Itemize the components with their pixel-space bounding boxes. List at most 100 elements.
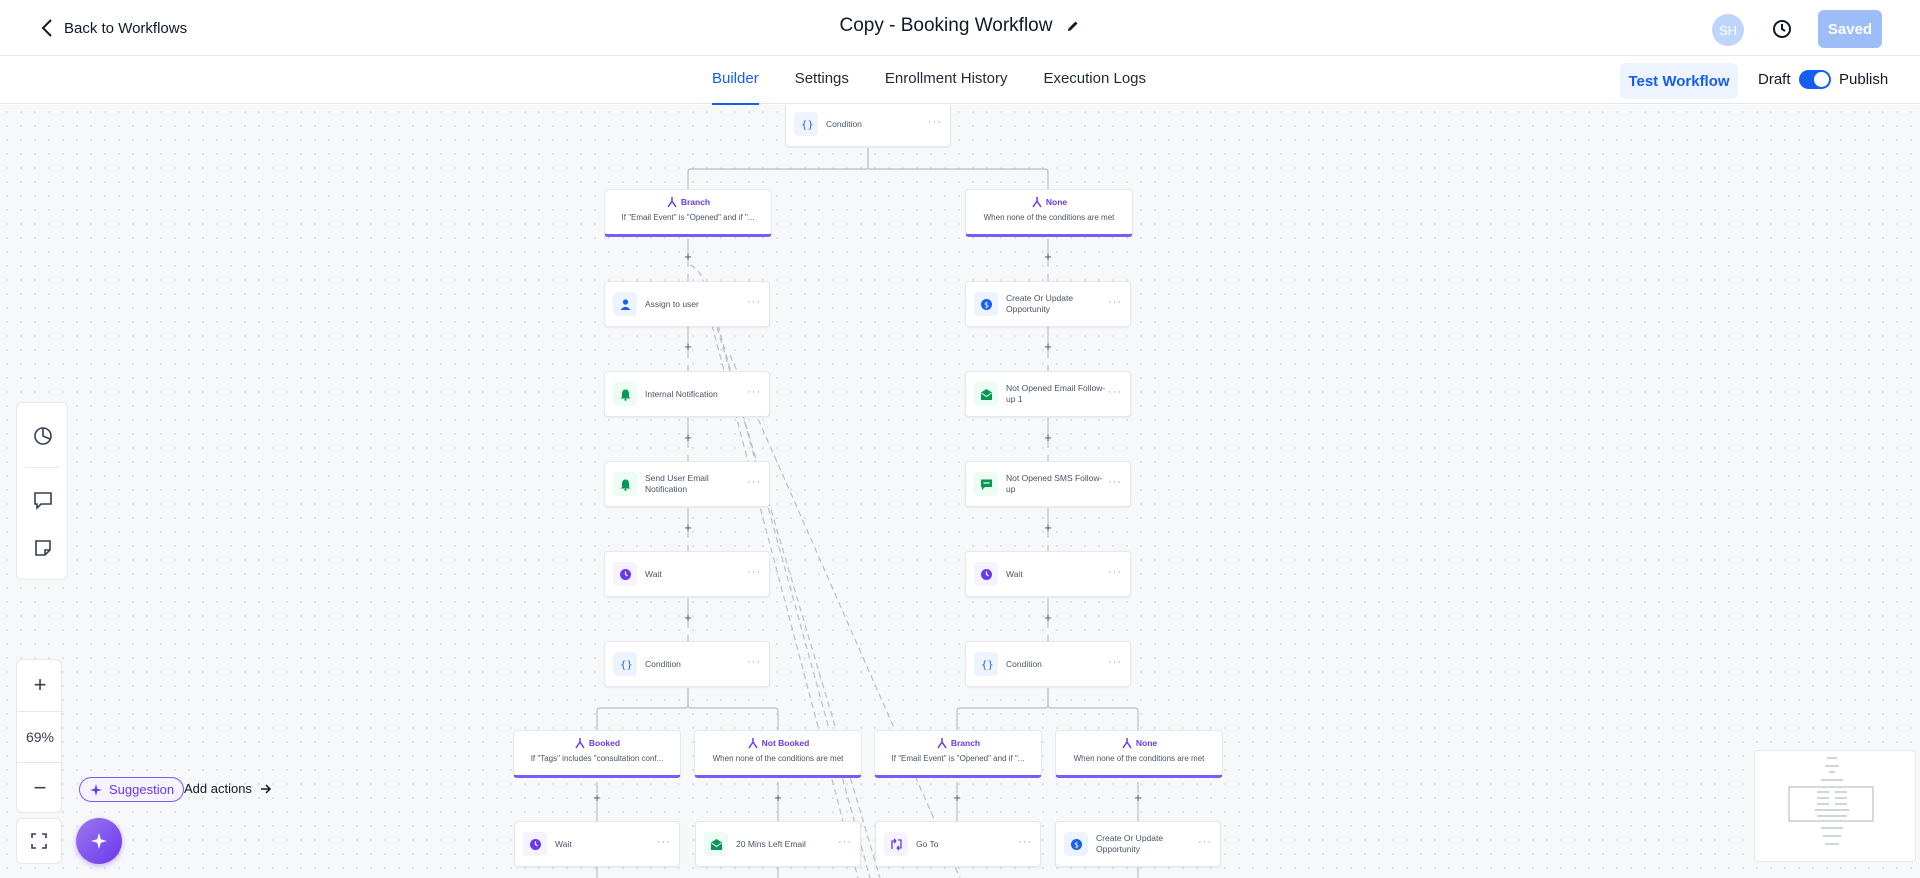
- add-step-icon[interactable]: +: [682, 250, 694, 263]
- branch-icon: [1122, 738, 1132, 749]
- ai-assistant-button[interactable]: [76, 818, 122, 864]
- test-workflow-button[interactable]: Test Workflow: [1620, 63, 1738, 99]
- workflow-node[interactable]: Wait ···: [604, 551, 770, 597]
- workflow-canvas[interactable]: {} Condition ··· Branch If "Email Event"…: [0, 105, 1920, 878]
- add-step-icon[interactable]: +: [1132, 791, 1144, 804]
- dollar-icon: $: [974, 292, 998, 316]
- add-step-icon[interactable]: +: [951, 791, 963, 804]
- branch-description: If "Email Event" is "Opened" and if "...: [621, 213, 755, 222]
- tab-enrollment-history[interactable]: Enrollment History: [885, 56, 1008, 104]
- workflow-node[interactable]: $ Create Or Update Opportunity ···: [965, 281, 1131, 327]
- message-icon: [974, 472, 998, 496]
- branch-node[interactable]: Not Booked When none of the conditions a…: [694, 730, 862, 778]
- svg-text:$: $: [984, 300, 989, 309]
- more-icon[interactable]: ···: [1198, 836, 1212, 848]
- zoom-in-button[interactable]: +: [17, 660, 63, 710]
- add-step-icon[interactable]: +: [1042, 611, 1054, 624]
- fit-view-button[interactable]: [16, 818, 62, 864]
- more-icon[interactable]: ···: [747, 476, 761, 488]
- workflow-node[interactable]: $ Create Or Update Opportunity ···: [1055, 821, 1221, 867]
- back-to-workflows-link[interactable]: Back to Workflows: [40, 18, 187, 38]
- add-step-icon[interactable]: +: [1042, 250, 1054, 263]
- add-step-icon[interactable]: +: [1042, 521, 1054, 534]
- branch-node[interactable]: Branch If "Email Event" is "Opened" and …: [874, 730, 1042, 778]
- publish-toggle[interactable]: [1799, 70, 1831, 89]
- node-label: Go To: [916, 838, 939, 849]
- clock-icon: [523, 832, 547, 856]
- chevron-left-icon: [41, 19, 52, 37]
- fit-screen-icon: [31, 833, 47, 849]
- sparkle-icon: [91, 833, 107, 849]
- sparkle-icon: [90, 783, 102, 796]
- branch-description: If "Tags" includes "consultation conf...: [530, 754, 664, 763]
- branch-node[interactable]: Booked If "Tags" includes "consultation …: [513, 730, 681, 778]
- suggestion-chip[interactable]: Suggestion: [79, 777, 185, 802]
- workflow-title-text: Copy - Booking Workflow: [839, 15, 1053, 36]
- more-icon[interactable]: ···: [1108, 656, 1122, 668]
- sticky-note-icon[interactable]: [32, 537, 54, 559]
- more-icon[interactable]: ···: [747, 656, 761, 668]
- more-icon[interactable]: ···: [657, 836, 671, 848]
- tab-execution-logs[interactable]: Execution Logs: [1043, 56, 1146, 104]
- node-label: Assign to user: [645, 298, 699, 309]
- workflow-node[interactable]: Send User Email Notification ···: [604, 461, 770, 507]
- branch-node[interactable]: None When none of the conditions are met: [1055, 730, 1223, 778]
- more-icon[interactable]: ···: [1108, 296, 1122, 308]
- more-icon[interactable]: ···: [747, 566, 761, 578]
- more-icon[interactable]: ···: [928, 116, 942, 128]
- clock-icon: [974, 562, 998, 586]
- workflow-node[interactable]: {} Condition ···: [785, 105, 951, 147]
- branch-title: None: [1135, 738, 1158, 748]
- workflow-node[interactable]: Internal Notification ···: [604, 371, 770, 417]
- more-icon[interactable]: ···: [838, 836, 852, 848]
- more-icon[interactable]: ···: [1108, 386, 1122, 398]
- add-step-icon[interactable]: +: [1042, 340, 1054, 353]
- branch-node[interactable]: Branch If "Email Event" is "Opened" and …: [604, 189, 772, 237]
- goto-icon: [884, 832, 908, 856]
- pie-chart-icon[interactable]: [32, 425, 54, 447]
- workflow-node[interactable]: {} Condition ···: [965, 641, 1131, 687]
- history-icon[interactable]: [1771, 18, 1793, 40]
- more-icon[interactable]: ···: [1108, 476, 1122, 488]
- add-step-icon[interactable]: +: [772, 791, 784, 804]
- workflow-node[interactable]: Wait ···: [514, 821, 680, 867]
- minimap[interactable]: [1754, 750, 1916, 862]
- add-step-icon[interactable]: +: [682, 611, 694, 624]
- branch-node[interactable]: None When none of the conditions are met: [965, 189, 1133, 237]
- add-actions-link[interactable]: Add actions: [184, 781, 272, 796]
- branch-description: When none of the conditions are met: [712, 754, 844, 763]
- comment-icon[interactable]: [32, 489, 54, 511]
- node-label: Internal Notification: [645, 388, 718, 399]
- zoom-out-button[interactable]: −: [17, 763, 63, 813]
- saved-button[interactable]: Saved: [1818, 10, 1882, 48]
- more-icon[interactable]: ···: [1018, 836, 1032, 848]
- branch-title: Branch: [680, 197, 711, 207]
- tab-settings[interactable]: Settings: [795, 56, 849, 104]
- tab-builder[interactable]: Builder: [712, 56, 759, 105]
- workflow-node[interactable]: Wait ···: [965, 551, 1131, 597]
- add-step-icon[interactable]: +: [682, 431, 694, 444]
- workflow-node[interactable]: Not Opened SMS Follow-up ···: [965, 461, 1131, 507]
- tools-divider: [25, 467, 59, 468]
- add-step-icon[interactable]: +: [682, 521, 694, 534]
- zoom-level: 69%: [25, 729, 55, 745]
- workflow-node[interactable]: Not Opened Email Follow-up 1 ···: [965, 371, 1131, 417]
- add-step-icon[interactable]: +: [591, 791, 603, 804]
- workflow-node[interactable]: {} Condition ···: [604, 641, 770, 687]
- add-step-icon[interactable]: +: [682, 340, 694, 353]
- braces-icon: {}: [974, 652, 998, 676]
- workflow-title: Copy - Booking Workflow: [840, 15, 1081, 37]
- node-label: Wait: [1006, 568, 1023, 579]
- branch-title: Booked: [588, 738, 621, 748]
- pencil-icon[interactable]: [1066, 19, 1080, 33]
- branch-icon: [667, 197, 677, 208]
- branch-title: Not Booked: [761, 738, 810, 748]
- workflow-node[interactable]: Go To ···: [875, 821, 1041, 867]
- more-icon[interactable]: ···: [747, 386, 761, 398]
- add-step-icon[interactable]: +: [1042, 431, 1054, 444]
- more-icon[interactable]: ···: [747, 296, 761, 308]
- more-icon[interactable]: ···: [1108, 566, 1122, 578]
- workflow-node[interactable]: Assign to user ···: [604, 281, 770, 327]
- workflow-node[interactable]: 20 Mins Left Email ···: [695, 821, 861, 867]
- avatar[interactable]: SH: [1712, 14, 1744, 46]
